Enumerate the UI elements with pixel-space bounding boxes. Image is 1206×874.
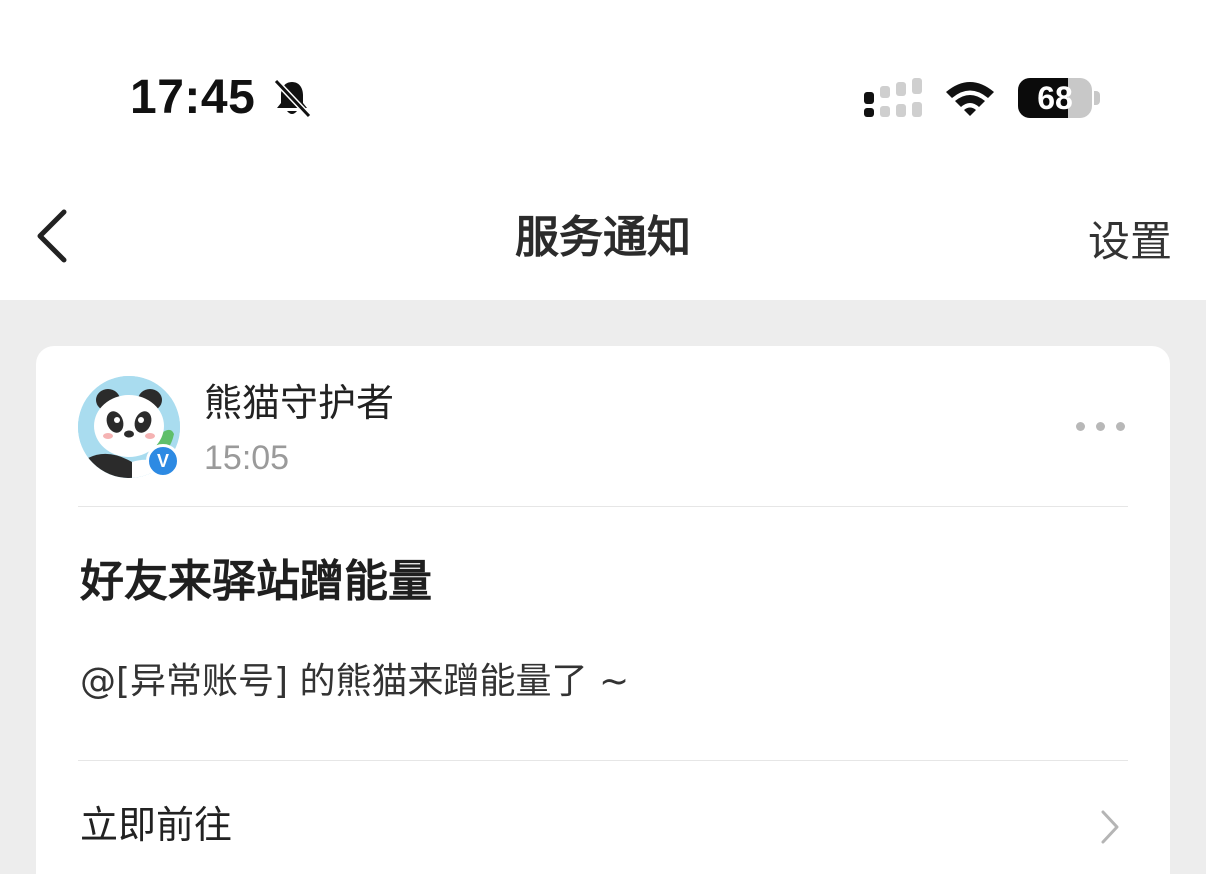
more-dots-icon (1096, 422, 1105, 431)
go-now-label: 立即前往 (80, 803, 233, 847)
verified-badge: V (146, 444, 180, 478)
more-options-button[interactable] (1072, 412, 1132, 440)
action-divider (78, 760, 1128, 761)
battery-level: 68 (1037, 80, 1073, 116)
chevron-right-icon (1101, 810, 1119, 844)
more-dots-icon (1076, 422, 1085, 431)
battery-tip (1094, 91, 1100, 105)
battery-icon: 68 (1018, 78, 1092, 118)
notification-title: 好友来驿站蹭能量 (80, 556, 432, 607)
status-time: 17:45 (130, 71, 256, 124)
sender-name: 熊猫守护者 (204, 381, 395, 425)
notification-body: @[异常账号] 的熊猫来蹭能量了 ~ (80, 661, 630, 702)
bell-slash-icon (273, 78, 312, 119)
header-area: 17:45 68 服务通知 设置 (0, 0, 1206, 300)
go-now-button[interactable]: 立即前往 (36, 766, 1170, 874)
settings-button[interactable]: 设置 (1088, 210, 1172, 274)
message-time: 15:05 (204, 439, 290, 477)
more-dots-icon (1116, 422, 1125, 431)
wifi-icon (946, 82, 994, 116)
cellular-signal-icon (864, 78, 922, 117)
page-title: 服务通知 (515, 212, 691, 263)
notification-card: V 熊猫守护者 15:05 好友来驿站蹭能量 @[异常账号] 的熊猫来蹭能量了 … (36, 346, 1170, 874)
header-divider (78, 506, 1128, 507)
